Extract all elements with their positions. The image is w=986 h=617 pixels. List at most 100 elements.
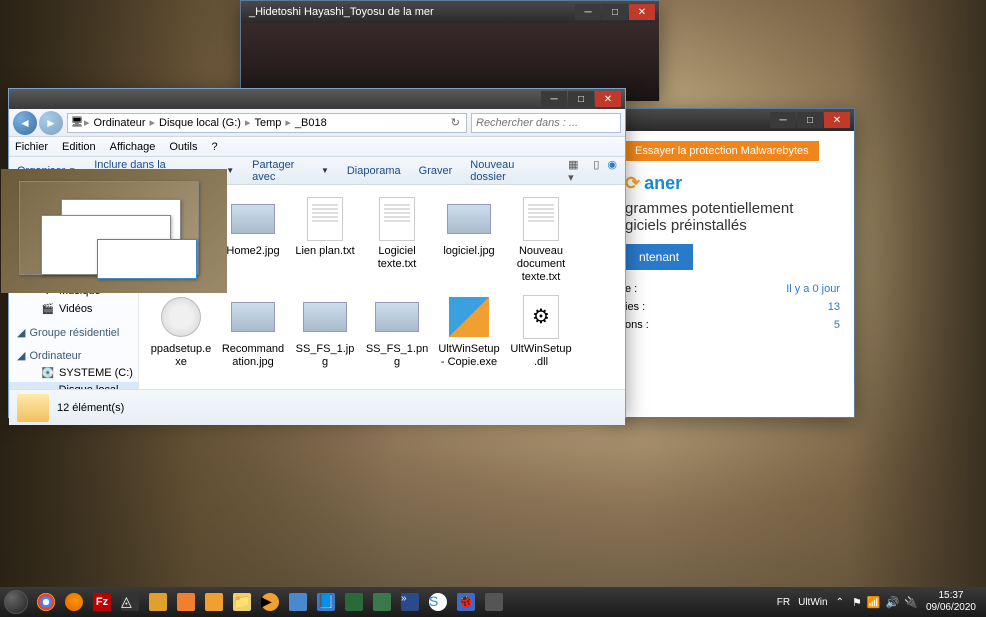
chrome-icon[interactable] <box>34 590 58 614</box>
menu-tools[interactable]: Outils <box>169 141 197 153</box>
explorer-titlebar[interactable]: ─ □ ✕ <box>9 89 625 109</box>
burn-button[interactable]: Graver <box>419 165 453 177</box>
app-icon[interactable]: » <box>398 590 422 614</box>
scan-now-button[interactable]: ntenant <box>625 244 693 270</box>
power-icon[interactable]: 🔌 <box>904 596 918 609</box>
sidebar-videos[interactable]: 🎬Vidéos <box>9 300 138 318</box>
file-item[interactable]: UltWinSetup - Copie.exe <box>435 291 503 371</box>
menu-help[interactable]: ? <box>211 141 217 153</box>
app-icon[interactable] <box>342 590 366 614</box>
file-item[interactable]: Lien plan.txt <box>291 193 359 287</box>
file-item[interactable]: ⚙UltWinSetup.dll <box>507 291 575 371</box>
exeColor-icon <box>445 293 493 341</box>
maximize-button[interactable]: □ <box>602 4 628 20</box>
exe-icon <box>157 293 205 341</box>
breadcrumb[interactable]: 🖥 ▸ Ordinateur▸ Disque local (G:)▸ Temp▸… <box>67 113 467 133</box>
file-label: Recommandation.jpg <box>221 343 285 369</box>
img-icon <box>373 293 421 341</box>
app-icon[interactable] <box>202 590 226 614</box>
search-input[interactable] <box>471 113 621 133</box>
clock[interactable]: 15:37 09/06/2020 <box>926 590 976 614</box>
refresh-icon[interactable]: ↻ <box>447 116 464 129</box>
file-item[interactable]: SS_FS_1.jpg <box>291 291 359 371</box>
app-icon[interactable] <box>174 590 198 614</box>
cleaner-window: ─ □ ✕ Essayer la protection Malwarebytes… <box>610 108 855 418</box>
language-indicator[interactable]: FR <box>777 597 790 608</box>
forward-button[interactable]: ► <box>39 111 63 135</box>
app-icon[interactable]: 🐞 <box>454 590 478 614</box>
ultwin-tray[interactable]: UltWin <box>798 597 827 608</box>
file-item[interactable]: Recommandation.jpg <box>219 291 287 371</box>
close-button[interactable]: ✕ <box>824 112 850 128</box>
app-icon[interactable] <box>286 590 310 614</box>
volume-icon[interactable]: 🔊 <box>886 596 900 609</box>
share-button[interactable]: Partager avec ▼ <box>252 159 329 183</box>
file-item[interactable]: logiciel.jpg <box>435 193 503 287</box>
minimize-button[interactable]: ─ <box>770 112 796 128</box>
file-item[interactable]: Nouveau document texte.txt <box>507 193 575 287</box>
maximize-button[interactable]: □ <box>568 91 594 107</box>
drive-icon: 💽 <box>41 366 55 380</box>
taskbar: Fz ◬ 📁 ▶ 📘 » S 🐞 FR UltWin ⌃ ⚑ 📶 🔊 🔌 15:… <box>0 587 986 617</box>
back-button[interactable]: ◄ <box>13 111 37 135</box>
explorer-taskbar-icon[interactable]: 📁 <box>230 590 254 614</box>
minimize-button[interactable]: ─ <box>575 4 601 20</box>
file-label: Lien plan.txt <box>295 245 354 258</box>
file-label: Nouveau document texte.txt <box>509 245 573 285</box>
app-icon[interactable]: ◬ <box>118 590 142 614</box>
file-label: Logiciel texte.txt <box>365 245 429 271</box>
sidebar-computer[interactable]: ◢ Ordinateur <box>9 347 138 364</box>
img-icon <box>229 293 277 341</box>
network-icon[interactable]: 📶 <box>867 596 881 609</box>
sidebar-system-drive[interactable]: 💽SYSTEME (C:) <box>9 364 138 382</box>
folder-icon <box>17 394 49 422</box>
video-player-window: _Hidetoshi Hayashi_Toyosu de la mer ─ □ … <box>240 0 660 100</box>
app-icon[interactable]: 📘 <box>314 590 338 614</box>
file-label: ppadsetup.exe <box>149 343 213 369</box>
filezilla-icon[interactable]: Fz <box>90 590 114 614</box>
help-icon[interactable]: ◉ <box>607 158 617 184</box>
crumb[interactable]: Temp <box>251 117 286 129</box>
file-item[interactable]: ppadsetup.exe <box>147 291 215 371</box>
crumb[interactable]: Disque local (G:) <box>155 117 245 129</box>
mini-window[interactable] <box>97 239 197 279</box>
new-folder-button[interactable]: Nouveau dossier <box>470 159 550 183</box>
menu-file[interactable]: Fichier <box>15 141 48 153</box>
menu-view[interactable]: Affichage <box>110 141 156 153</box>
sidebar-local-drive[interactable]: 💽Disque local (G:) <box>9 382 138 389</box>
stat-row: ons :5 <box>625 316 840 334</box>
app-icon[interactable] <box>482 590 506 614</box>
file-item[interactable]: Home2.jpg <box>219 193 287 287</box>
crumb[interactable]: Ordinateur <box>90 117 150 129</box>
preview-pane-button[interactable]: ▯ <box>593 158 599 184</box>
file-item[interactable]: SS_FS_1.png <box>363 291 431 371</box>
start-button[interactable] <box>4 590 28 614</box>
file-label: UltWinSetup.dll <box>509 343 573 369</box>
media-player-icon[interactable]: ▶ <box>258 590 282 614</box>
nav-row: ◄ ► 🖥 ▸ Ordinateur▸ Disque local (G:)▸ T… <box>9 109 625 137</box>
cleaner-titlebar[interactable]: ─ □ ✕ <box>611 109 854 131</box>
crumb[interactable]: _B018 <box>291 117 331 129</box>
file-item[interactable]: Logiciel texte.txt <box>363 193 431 287</box>
flag-icon[interactable]: ⚑ <box>852 596 862 609</box>
sidebar-homegroup[interactable]: ◢ Groupe résidentiel <box>9 324 138 341</box>
file-label: Home2.jpg <box>226 245 279 258</box>
video-titlebar[interactable]: _Hidetoshi Hayashi_Toyosu de la mer ─ □ … <box>241 1 659 23</box>
videos-icon: 🎬 <box>41 302 55 316</box>
maximize-button[interactable]: □ <box>797 112 823 128</box>
minimize-button[interactable]: ─ <box>541 91 567 107</box>
view-mode-button[interactable]: ▦ ▾ <box>568 158 585 184</box>
firefox-icon[interactable] <box>62 590 86 614</box>
app-icon[interactable] <box>370 590 394 614</box>
try-protection-button[interactable]: Essayer la protection Malwarebytes <box>625 141 819 161</box>
close-button[interactable]: ✕ <box>629 4 655 20</box>
app-icon[interactable]: S <box>426 590 450 614</box>
app-icon[interactable] <box>146 590 170 614</box>
stat-row: ies :13 <box>625 298 840 316</box>
ultwin-preview[interactable]: 📁 <box>1 169 227 293</box>
menu-edit[interactable]: Edition <box>62 141 96 153</box>
slideshow-button[interactable]: Diaporama <box>347 165 401 177</box>
tray-expand-icon[interactable]: ⌃ <box>836 597 844 608</box>
close-button[interactable]: ✕ <box>595 91 621 107</box>
file-label: SS_FS_1.jpg <box>293 343 357 369</box>
